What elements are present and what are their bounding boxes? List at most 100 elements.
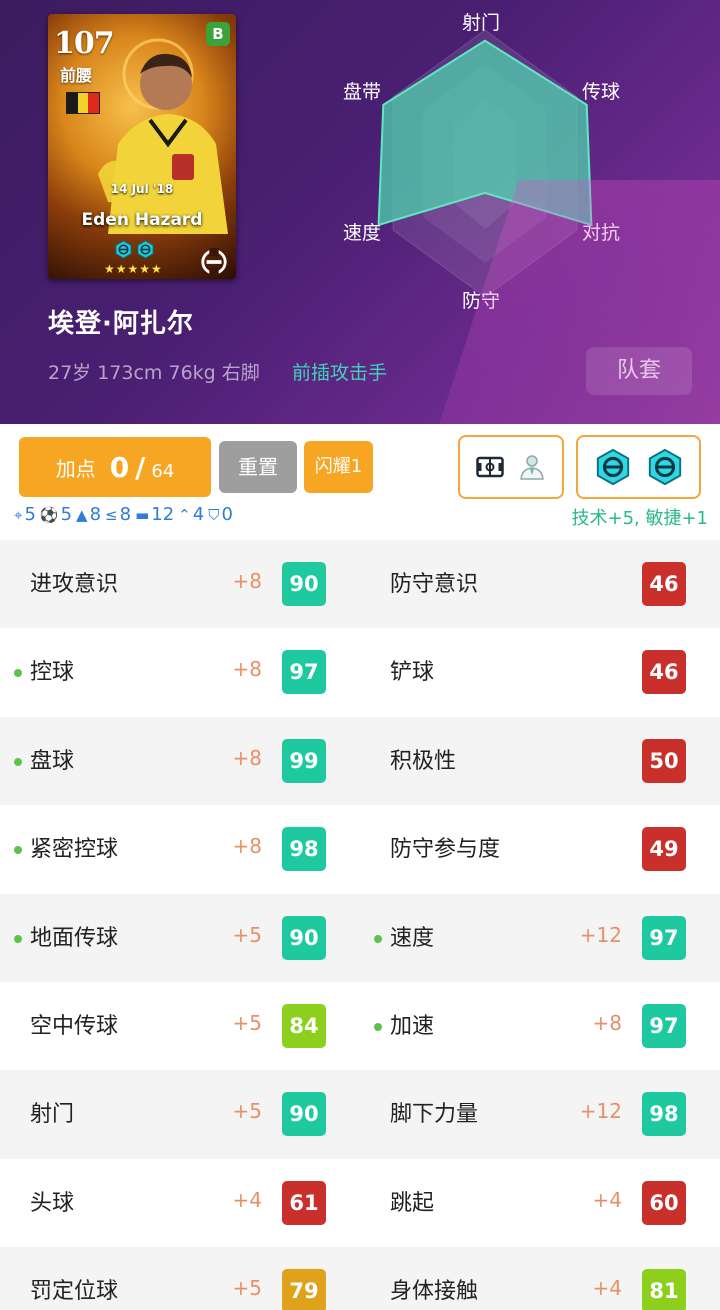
stat-increase: +5: [232, 1010, 262, 1035]
stat-value-badge: 98: [282, 827, 326, 872]
shine-button[interactable]: 闪耀1: [304, 441, 373, 493]
stat-name: 盘球: [30, 748, 75, 774]
stat-value-badge: 50: [642, 738, 686, 783]
stat-name: 防守参与度: [390, 837, 501, 863]
pitch-icon: [476, 456, 504, 478]
stat-cell[interactable]: 控球 +8 97: [0, 628, 360, 716]
stat-name: 进攻意识: [30, 572, 119, 597]
stat-increase: +5: [232, 1099, 262, 1124]
stat-value-badge: 90: [282, 1092, 326, 1137]
stat-name: 身体接触: [390, 1279, 479, 1305]
formation-skill-box[interactable]: [458, 435, 564, 499]
stat-cell[interactable]: 射门 +5 90: [0, 1070, 360, 1158]
stat-cell[interactable]: 头球 +4 61: [0, 1159, 360, 1247]
stat-increase: +8: [232, 834, 262, 859]
stat-name: 跳起: [390, 1190, 435, 1216]
points-current: 0: [109, 450, 130, 484]
booster-skill-box[interactable]: [576, 435, 701, 499]
boosted-dot-icon: [374, 934, 382, 943]
radar-label-defending: 防守: [462, 290, 501, 312]
stat-cell[interactable]: 防守参与度 49: [360, 805, 720, 893]
stat-cell[interactable]: 防守意识 46: [360, 540, 720, 628]
boosted-dot-icon: [14, 846, 22, 855]
stat-increase: +4: [232, 1187, 262, 1212]
stat-increase: +4: [592, 1276, 622, 1301]
stat-cell[interactable]: 罚定位球 +5 79: [0, 1247, 360, 1310]
boosted-dot-icon: [14, 757, 22, 766]
table-row: 空中传球 +5 84 加速 +8 97: [0, 981, 720, 1071]
table-row: 头球 +4 61 跳起 +4 60: [0, 1158, 720, 1248]
stat-cell[interactable]: 铲球 46: [360, 628, 720, 716]
card-position: 前腰: [60, 66, 93, 85]
table-row: 射门 +5 90 脚下力量 +12 98: [0, 1070, 720, 1159]
stat-name: 射门: [30, 1102, 75, 1128]
stat-cell[interactable]: 身体接触 +4 81: [360, 1247, 720, 1310]
boost-aerial: ⌃ 4: [178, 504, 204, 525]
stat-increase: +8: [232, 569, 262, 593]
stat-increase: +4: [592, 1187, 622, 1212]
stat-cell[interactable]: 地面传球 +5 90: [0, 894, 360, 982]
radar-label-speed: 速度: [343, 222, 382, 244]
stat-cell[interactable]: 速度 +12 97: [360, 894, 720, 982]
crosshair-icon: ⌖: [14, 505, 23, 524]
stat-cell[interactable]: 跳起 +4 60: [360, 1159, 720, 1247]
boot-icon: ▬: [135, 505, 150, 524]
stat-name: 紧密控球: [30, 837, 119, 863]
radar-label-passing: 传球: [582, 81, 621, 103]
stat-name: 加速: [390, 1013, 435, 1039]
efootball-logo-icon: [201, 248, 227, 276]
booster-hex-icon: [648, 448, 681, 486]
triangle-icon: ▲: [76, 505, 88, 524]
boost-passing: ⚽ 5: [40, 504, 72, 525]
points-max: 64: [151, 460, 175, 482]
boost-defending: ⛉ 0: [208, 504, 233, 525]
category-boosts: ⌖ 5 ⚽ 5 ▲ 8 ≤8 ▬ 12 ⌃ 4 ⛉ 0: [14, 504, 233, 525]
stat-cell[interactable]: 空中传球 +5 84: [0, 982, 360, 1070]
stat-value-badge: 97: [282, 650, 326, 695]
points-label: 加点: [55, 456, 96, 481]
table-row: 控球 +8 97 铲球 46: [0, 628, 720, 717]
belgium-flag-icon: [66, 92, 100, 114]
table-row: 盘球 +8 99 积极性 50: [0, 716, 720, 806]
card-stars: ★★★★★: [104, 262, 163, 276]
progression-points-box[interactable]: 加点 0 / 64: [19, 437, 211, 497]
stat-cell[interactable]: 脚下力量 +12 98: [360, 1070, 720, 1158]
stat-value-badge: 97: [642, 1003, 686, 1048]
boost-dexterity: ≤8: [105, 504, 131, 525]
stat-increase: +12: [579, 922, 622, 947]
stat-cell[interactable]: 加速 +8 97: [360, 982, 720, 1070]
kit-button[interactable]: 队套: [586, 347, 692, 395]
stat-cell[interactable]: 紧密控球 +8 98: [0, 805, 360, 893]
stat-value-badge: 97: [642, 915, 686, 960]
player-info: 27岁 173cm 76kg 右脚: [48, 362, 260, 384]
card-date: 14 Jul '18: [110, 182, 174, 196]
stat-cell[interactable]: 盘球 +8 99: [0, 717, 360, 805]
card-badge: B: [206, 22, 230, 46]
stats-table: 进攻意识 +8 90 防守意识 46 控球 +8 97 铲球 46 盘球 +8 99 积极性 50 紧密控球 +…: [0, 540, 720, 1310]
chevron-up-icon: ⌃: [178, 505, 191, 524]
stat-name: 积极性: [390, 748, 457, 774]
booster-hex-icon: [596, 448, 629, 486]
stat-increase: +8: [232, 657, 262, 682]
stat-name: 头球: [30, 1190, 75, 1216]
less-equal-icon: ≤: [105, 505, 118, 524]
player-playstyle[interactable]: 前插攻击手: [292, 358, 387, 385]
boost-dribbling: ▲ 8: [76, 504, 101, 525]
stat-cell[interactable]: 积极性 50: [360, 717, 720, 805]
stat-name: 地面传球: [30, 925, 119, 951]
boosted-dot-icon: [14, 669, 22, 678]
player-card[interactable]: 107 前腰 B 14 Jul '18 Eden Hazard ★★★★★: [48, 14, 236, 279]
points-slash: /: [135, 450, 146, 484]
boost-value: 5: [60, 504, 73, 525]
stat-value-badge: 46: [642, 650, 686, 695]
stat-value-badge: 90: [282, 915, 326, 960]
table-row: 紧密控球 +8 98 防守参与度 49: [0, 805, 720, 894]
stat-cell[interactable]: 进攻意识 +8 90: [0, 540, 360, 628]
boost-value: 8: [119, 504, 132, 525]
reset-button[interactable]: 重置: [219, 441, 297, 493]
radar-label-shooting: 射门: [462, 12, 501, 34]
training-toolbar: 加点 0 / 64 重置 闪耀1 ⌖ 5 ⚽ 5 ▲ 8 ≤ 8 ▬ 12 ⌃ …: [0, 424, 720, 540]
card-rating: 107: [54, 26, 115, 61]
boost-shooting: ⌖ 5: [14, 504, 36, 525]
stat-increase: +8: [592, 1010, 622, 1035]
